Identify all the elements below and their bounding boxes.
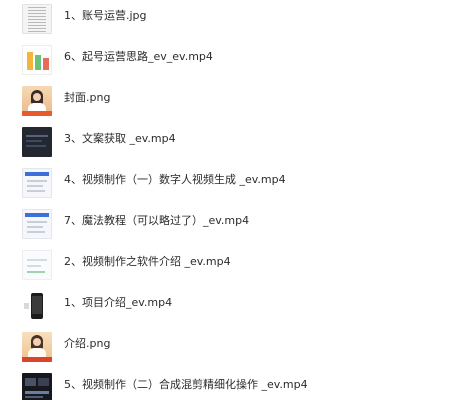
video-thumbnail <box>22 45 52 75</box>
file-list: 1、账号运营.jpg 6、起号运营思路_ev_ev.mp4 封面.png 3、文… <box>0 0 453 400</box>
file-row-account-operation[interactable]: 1、账号运营.jpg <box>0 0 453 41</box>
file-row-project-intro[interactable]: 1、项目介绍_ev.mp4 <box>0 287 453 328</box>
document-thumbnail <box>22 4 52 34</box>
file-row-account-startup-ideas[interactable]: 6、起号运营思路_ev_ev.mp4 <box>0 41 453 82</box>
video-thumbnail <box>22 291 52 321</box>
image-thumbnail <box>22 332 52 362</box>
video-thumbnail <box>22 127 52 157</box>
file-name: 1、账号运营.jpg <box>64 9 147 22</box>
video-thumbnail <box>22 373 52 400</box>
file-name: 介绍.png <box>64 337 111 350</box>
file-name: 3、文案获取 _ev.mp4 <box>64 132 176 145</box>
file-name: 6、起号运营思路_ev_ev.mp4 <box>64 50 213 63</box>
video-thumbnail <box>22 209 52 239</box>
video-thumbnail <box>22 250 52 280</box>
video-thumbnail <box>22 168 52 198</box>
file-row-intro-image[interactable]: 介绍.png <box>0 328 453 369</box>
file-row-copywriting[interactable]: 3、文案获取 _ev.mp4 <box>0 123 453 164</box>
file-row-cover[interactable]: 封面.png <box>0 82 453 123</box>
file-name: 7、魔法教程（可以略过了）_ev.mp4 <box>64 214 250 227</box>
file-row-magic-tutorial[interactable]: 7、魔法教程（可以略过了）_ev.mp4 <box>0 205 453 246</box>
file-name: 封面.png <box>64 91 111 104</box>
file-row-video-production-1[interactable]: 4、视频制作（一）数字人视频生成 _ev.mp4 <box>0 164 453 205</box>
file-name: 1、项目介绍_ev.mp4 <box>64 296 173 309</box>
file-name: 4、视频制作（一）数字人视频生成 _ev.mp4 <box>64 173 286 186</box>
image-thumbnail <box>22 86 52 116</box>
file-row-software-intro[interactable]: 2、视频制作之软件介绍 _ev.mp4 <box>0 246 453 287</box>
file-name: 2、视频制作之软件介绍 _ev.mp4 <box>64 255 231 268</box>
file-name: 5、视频制作（二）合成混剪精细化操作 _ev.mp4 <box>64 378 308 391</box>
file-row-video-production-2[interactable]: 5、视频制作（二）合成混剪精细化操作 _ev.mp4 <box>0 369 453 400</box>
